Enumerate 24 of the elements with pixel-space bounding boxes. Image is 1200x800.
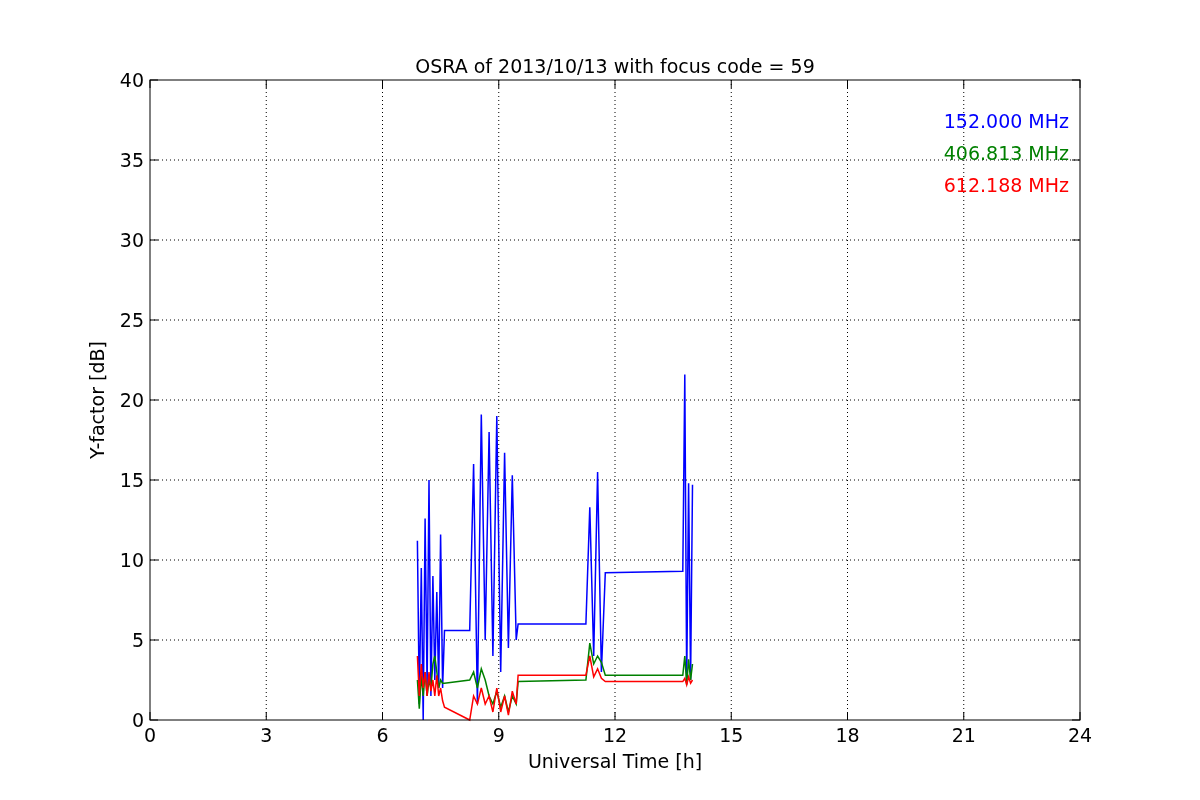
x-tick-label: 24 [1067, 724, 1093, 746]
y-axis-label: Y-factor [dB] [86, 341, 108, 459]
y-tick-label: 10 [119, 549, 144, 571]
x-tick-label: 21 [951, 724, 976, 746]
y-tick-label: 40 [119, 69, 144, 91]
y-tick-label: 20 [119, 389, 144, 411]
legend-label: 152.000 MHz [943, 110, 1069, 132]
x-tick-label: 6 [376, 724, 389, 746]
x-tick-label: 0 [143, 724, 157, 746]
x-tick-label: 18 [835, 724, 860, 746]
y-tick-label: 25 [119, 309, 144, 331]
x-tick-label: 15 [719, 724, 744, 746]
legend-label: 612.188 MHz [943, 174, 1069, 196]
x-tick-label: 3 [260, 724, 273, 746]
y-tick-label: 35 [119, 149, 144, 171]
y-tick-label: 15 [119, 469, 144, 491]
x-tick-label: 12 [602, 724, 628, 746]
legend-label: 406.813 MHz [943, 142, 1069, 164]
x-axis-label: Universal Time [h] [527, 750, 703, 772]
chart-title: OSRA of 2013/10/13 with focus code = 59 [415, 55, 815, 77]
y-tick-label: 5 [131, 629, 144, 651]
y-tick-label: 0 [131, 709, 144, 731]
x-tick-label: 9 [492, 724, 505, 746]
y-tick-label: 30 [119, 229, 144, 251]
